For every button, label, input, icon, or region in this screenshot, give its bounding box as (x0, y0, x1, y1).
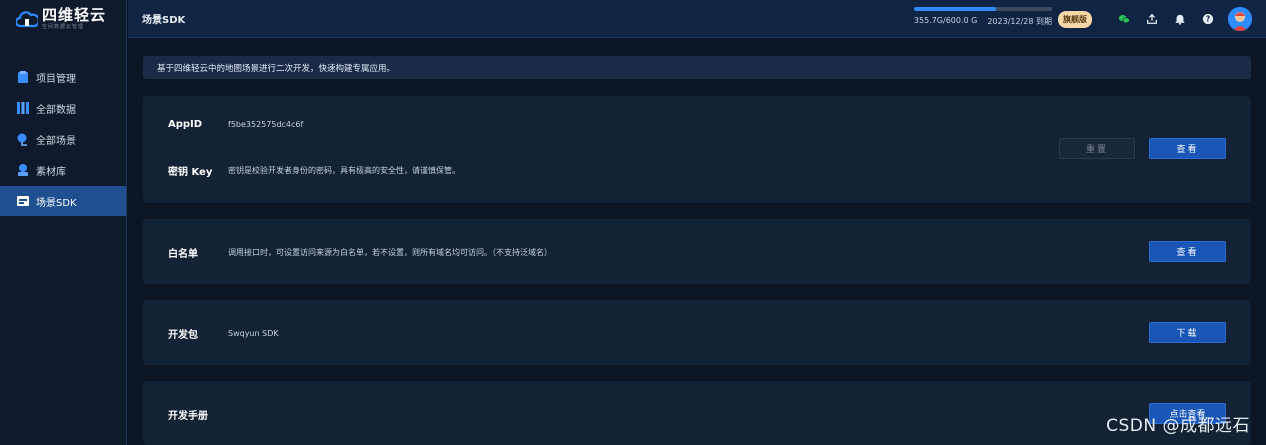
sidebar-item-all-data[interactable]: 全部数据 (0, 93, 126, 123)
reset-button[interactable]: 重置 (1059, 138, 1135, 159)
top-header: 场景SDK 355.7G/600.0 G 2023/12/28 到期 旗舰版 ? (128, 0, 1266, 38)
package-card: 开发包 Swqyun SDK 下载 (143, 300, 1251, 365)
sidebar-item-label: 项目管理 (36, 73, 76, 85)
svg-text:?: ? (1206, 15, 1210, 24)
sidebar-item-scene-sdk[interactable]: 场景SDK (0, 186, 126, 216)
wechat-icon[interactable] (1117, 12, 1131, 26)
sidebar-item-label: 素材库 (36, 166, 66, 178)
sidebar-item-label: 全部数据 (36, 104, 76, 116)
folder-icon (18, 71, 28, 83)
appid-value: f5be352575dc4c6f (228, 120, 304, 129)
brand-tagline: 空间数据云管理 (42, 24, 85, 30)
data-icon (17, 102, 29, 114)
intro-notice: 基于四维轻云中的地图场景进行二次开发，快速构建专属应用。 (143, 56, 1251, 79)
bell-icon[interactable] (1173, 12, 1187, 26)
package-label: 开发包 (168, 330, 198, 341)
scene-icon (17, 133, 27, 146)
logo[interactable]: 四维轻云 空间数据云管理 (0, 0, 126, 38)
manual-card: 开发手册 点击查看 (143, 381, 1251, 445)
appid-label: AppID (168, 119, 203, 130)
watermark-text: CSDN @成都远石 (1106, 416, 1250, 436)
sidebar-item-label: 全部场景 (36, 135, 76, 147)
manual-label: 开发手册 (168, 411, 208, 422)
help-icon[interactable]: ? (1201, 12, 1215, 26)
sidebar-item-label: 场景SDK (36, 197, 77, 209)
whitelist-card: 白名单 调用接口时，可设置访问来源为白名单，若不设置，则所有域名均可访问。（不支… (143, 219, 1251, 284)
package-description: Swqyun SDK (228, 329, 279, 338)
secret-key-description: 密钥是校验开发者身份的密码，具有极高的安全性，请谨慎保管。 (228, 166, 460, 175)
whitelist-description: 调用接口时，可设置访问来源为白名单，若不设置，则所有域名均可访问。（不支持泛域名… (228, 248, 552, 257)
page-title: 场景SDK (142, 15, 186, 26)
header-actions: 355.7G/600.0 G 2023/12/28 到期 旗舰版 ? (913, 0, 1252, 38)
storage-progress-fill (913, 7, 996, 11)
upload-icon[interactable] (1145, 12, 1159, 26)
storage-text: 355.7G/600.0 G (913, 16, 978, 25)
brand-name: 四维轻云 (42, 6, 107, 24)
view-key-button[interactable]: 查看 (1149, 138, 1226, 159)
key-card: AppID f5be352575dc4c6f 密钥 Key 密钥是校验开发者身份… (143, 96, 1251, 203)
whitelist-label: 白名单 (168, 249, 198, 260)
avatar[interactable] (1228, 7, 1252, 31)
cloud-logo-icon (16, 11, 38, 28)
sidebar: 四维轻云 空间数据云管理 项目管理 全部数据 全部场景 素材库 场景SDK (0, 0, 127, 445)
sidebar-item-projects[interactable]: 项目管理 (0, 62, 126, 92)
sdk-icon (17, 196, 29, 206)
edition-badge: 旗舰版 (1058, 10, 1092, 28)
view-whitelist-button[interactable]: 查看 (1149, 241, 1226, 262)
sidebar-nav: 项目管理 全部数据 全部场景 素材库 场景SDK (0, 62, 126, 216)
storage-usage: 355.7G/600.0 G 2023/12/28 到期 (913, 7, 1052, 27)
sidebar-item-materials[interactable]: 素材库 (0, 155, 126, 185)
app-root: 四维轻云 空间数据云管理 项目管理 全部数据 全部场景 素材库 场景SDK 场景… (0, 0, 1266, 445)
material-icon (18, 164, 28, 176)
main-content: 基于四维轻云中的地图场景进行二次开发，快速构建专属应用。 AppID f5be3… (128, 38, 1266, 445)
download-package-button[interactable]: 下载 (1149, 322, 1226, 343)
storage-progress-bar (913, 7, 1052, 11)
secret-key-label: 密钥 Key (168, 167, 213, 178)
expiry-text: 2023/12/28 到期 (987, 17, 1052, 26)
sidebar-item-all-scenes[interactable]: 全部场景 (0, 124, 126, 154)
